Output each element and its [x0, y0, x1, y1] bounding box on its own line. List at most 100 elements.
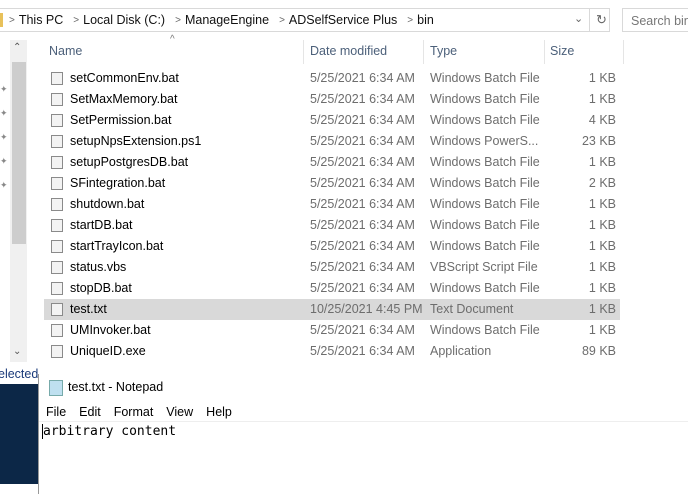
batch-file-icon [51, 240, 63, 253]
divider [39, 421, 688, 422]
file-row[interactable]: shutdown.bat 5/25/2021 6:34 AM Windows B… [44, 194, 620, 215]
file-size: 4 KB [588, 113, 616, 127]
file-row[interactable]: test.txt 10/25/2021 4:45 PM Text Documen… [44, 299, 620, 320]
file-type: Windows Batch File [430, 197, 540, 211]
batch-file-icon [51, 72, 63, 85]
breadcrumb-this-pc[interactable]: This PC [19, 13, 63, 27]
address-bar[interactable]: > This PC > Local Disk (C:) > ManageEngine … [0, 8, 610, 32]
file-type: Windows Batch File [430, 92, 540, 106]
file-size: 1 KB [588, 71, 616, 85]
file-name: status.vbs [70, 260, 127, 274]
column-header-date[interactable]: Date modified [310, 40, 387, 62]
divider [589, 9, 590, 31]
file-type: Windows Batch File [430, 176, 540, 190]
notepad-window[interactable]: test.txt - Notepad File Edit Format View… [38, 374, 688, 494]
file-type: VBScript Script File [430, 260, 538, 274]
chevron-right-icon: > [407, 14, 414, 26]
file-name: test.txt [70, 302, 107, 316]
pin-icon: ✦ [0, 108, 8, 118]
column-divider[interactable] [544, 40, 545, 64]
menu-file[interactable]: File [46, 405, 66, 419]
file-type: Windows Batch File [430, 71, 540, 85]
file-row[interactable]: SetPermission.bat 5/25/2021 6:34 AM Wind… [44, 110, 620, 131]
scroll-down-icon[interactable]: ⌄ [13, 346, 21, 357]
menu-view[interactable]: View [166, 405, 193, 419]
menu-edit[interactable]: Edit [79, 405, 101, 419]
file-name: startTrayIcon.bat [70, 239, 164, 253]
breadcrumb-adselfservice[interactable]: ADSelfService Plus [289, 13, 397, 27]
column-divider[interactable] [423, 40, 424, 64]
refresh-icon[interactable]: ↻ [596, 12, 607, 28]
column-header-size[interactable]: Size [550, 40, 574, 62]
batch-file-icon [51, 114, 63, 127]
file-date: 5/25/2021 6:34 AM [310, 218, 415, 232]
file-row[interactable]: setCommonEnv.bat 5/25/2021 6:34 AM Windo… [44, 68, 620, 89]
file-name: SFintegration.bat [70, 176, 166, 190]
file-row[interactable]: stopDB.bat 5/25/2021 6:34 AM Windows Bat… [44, 278, 620, 299]
file-row[interactable]: setupPostgresDB.bat 5/25/2021 6:34 AM Wi… [44, 152, 620, 173]
file-row[interactable]: setupNpsExtension.ps1 5/25/2021 6:34 AM … [44, 131, 620, 152]
column-header-type[interactable]: Type [430, 40, 457, 62]
file-row[interactable]: startDB.bat 5/25/2021 6:34 AM Windows Ba… [44, 215, 620, 236]
file-date: 5/25/2021 6:34 AM [310, 92, 415, 106]
batch-file-icon [51, 324, 63, 337]
file-type: Windows Batch File [430, 323, 540, 337]
batch-file-icon [51, 93, 63, 106]
column-header-name[interactable]: Name [49, 40, 82, 62]
chevron-right-icon: > [9, 14, 15, 26]
column-divider[interactable] [303, 40, 304, 64]
batch-file-icon [51, 198, 63, 211]
file-type: Windows Batch File [430, 155, 540, 169]
text-area[interactable]: arbitrary content [42, 424, 176, 439]
folder-icon [0, 13, 3, 27]
file-size: 1 KB [588, 197, 616, 211]
file-size: 1 KB [588, 260, 616, 274]
menu-bar: File Edit Format View Help [46, 405, 232, 419]
file-row[interactable]: UniqueID.exe 5/25/2021 6:34 AM Applicati… [44, 341, 620, 362]
file-date: 5/25/2021 6:34 AM [310, 197, 415, 211]
file-row[interactable]: UMInvoker.bat 5/25/2021 6:34 AM Windows … [44, 320, 620, 341]
sort-ascending-icon: ^ [170, 34, 175, 45]
file-row[interactable]: status.vbs 5/25/2021 6:34 AM VBScript Sc… [44, 257, 620, 278]
file-size: 1 KB [588, 155, 616, 169]
file-date: 5/25/2021 6:34 AM [310, 71, 415, 85]
file-name: SetPermission.bat [70, 113, 172, 127]
powershell-file-icon [51, 135, 63, 148]
pin-icon: ✦ [0, 84, 8, 94]
scroll-up-icon[interactable]: ⌃ [13, 42, 21, 53]
file-name: UniqueID.exe [70, 344, 146, 358]
file-row[interactable]: startTrayIcon.bat 5/25/2021 6:34 AM Wind… [44, 236, 620, 257]
history-dropdown-icon[interactable]: ⌄ [574, 12, 583, 25]
search-input[interactable]: Search bin [622, 8, 688, 32]
desktop-background [0, 384, 38, 484]
file-size: 1 KB [588, 302, 616, 316]
file-name: UMInvoker.bat [70, 323, 151, 337]
batch-file-icon [51, 282, 63, 295]
breadcrumb-bin[interactable]: bin [417, 13, 434, 27]
pin-icon: ✦ [0, 180, 8, 190]
chevron-right-icon: > [175, 14, 181, 26]
file-date: 5/25/2021 6:34 AM [310, 323, 415, 337]
file-row[interactable]: SFintegration.bat 5/25/2021 6:34 AM Wind… [44, 173, 620, 194]
pin-icon: ✦ [0, 132, 8, 142]
file-size: 1 KB [588, 281, 616, 295]
file-size: 1 KB [588, 239, 616, 253]
notepad-icon [49, 380, 63, 396]
breadcrumb-local-disk[interactable]: Local Disk (C:) [83, 13, 165, 27]
scrollbar-thumb[interactable] [12, 62, 26, 244]
status-bar-text: elected [0, 367, 39, 381]
pin-icon: ✦ [0, 156, 8, 166]
file-date: 5/25/2021 6:34 AM [310, 176, 415, 190]
file-name: startDB.bat [70, 218, 133, 232]
menu-format[interactable]: Format [114, 405, 154, 419]
breadcrumb-manageengine[interactable]: ManageEngine [185, 13, 269, 27]
file-date: 5/25/2021 6:34 AM [310, 239, 415, 253]
file-type: Windows Batch File [430, 281, 540, 295]
column-divider[interactable] [623, 40, 624, 64]
menu-help[interactable]: Help [206, 405, 232, 419]
file-date: 5/25/2021 6:34 AM [310, 134, 415, 148]
file-date: 5/25/2021 6:34 AM [310, 113, 415, 127]
batch-file-icon [51, 219, 63, 232]
file-date: 5/25/2021 6:34 AM [310, 155, 415, 169]
file-row[interactable]: SetMaxMemory.bat 5/25/2021 6:34 AM Windo… [44, 89, 620, 110]
